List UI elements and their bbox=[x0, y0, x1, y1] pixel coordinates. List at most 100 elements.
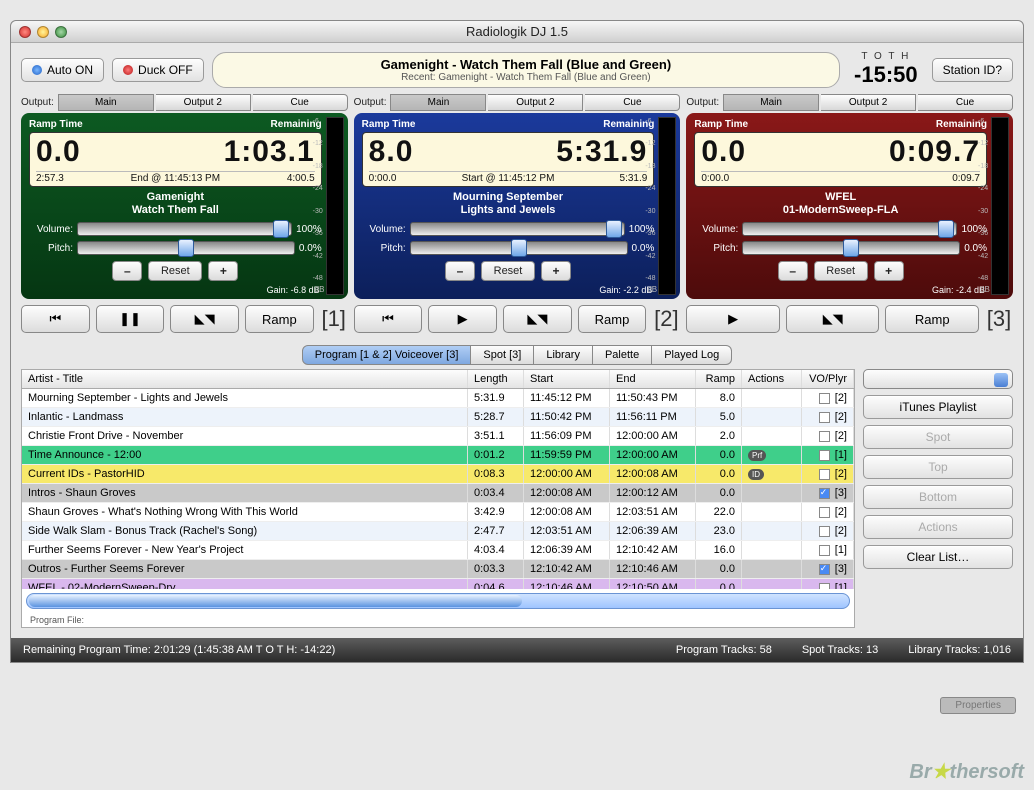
slider-thumb[interactable] bbox=[938, 220, 954, 238]
station-id-button[interactable]: Station ID? bbox=[932, 58, 1013, 82]
vo-checkbox[interactable] bbox=[819, 526, 830, 537]
table-row[interactable]: Christie Front Drive - November 3:51.1 1… bbox=[22, 427, 854, 446]
table-row[interactable]: Time Announce - 12:00 0:01.2 11:59:59 PM… bbox=[22, 446, 854, 465]
vo-checkbox[interactable] bbox=[819, 564, 830, 575]
tab-palette[interactable]: Palette bbox=[593, 345, 652, 365]
volume-slider[interactable] bbox=[77, 222, 292, 236]
minus-button[interactable]: – bbox=[445, 261, 475, 281]
col-actions[interactable]: Actions bbox=[742, 370, 802, 388]
vo-checkbox[interactable] bbox=[819, 393, 830, 404]
auto-on-button[interactable]: Auto ON bbox=[21, 58, 104, 82]
horizontal-scrollbar[interactable] bbox=[26, 593, 850, 609]
output-2-tab[interactable]: Output 2 bbox=[156, 94, 251, 111]
slider-thumb[interactable] bbox=[273, 220, 289, 238]
output-main-tab[interactable]: Main bbox=[58, 94, 154, 111]
app-window: Radiologik DJ 1.5 Auto ON Duck OFF Gamen… bbox=[10, 20, 1024, 663]
pitch-slider[interactable] bbox=[77, 241, 295, 255]
prev-button[interactable]: ⏮ bbox=[21, 305, 90, 333]
vo-checkbox[interactable] bbox=[819, 431, 830, 442]
prev-button[interactable]: ⏮ bbox=[354, 305, 423, 333]
scrollbar-thumb[interactable] bbox=[29, 595, 522, 607]
table-row[interactable]: Outros - Further Seems Forever 0:03.3 12… bbox=[22, 560, 854, 579]
col-vo[interactable]: VO/Plyr bbox=[802, 370, 854, 388]
vo-checkbox[interactable] bbox=[819, 412, 830, 423]
vo-checkbox[interactable] bbox=[819, 450, 830, 461]
vo-checkbox[interactable] bbox=[819, 469, 830, 480]
elapsed-value: 2:57.3 bbox=[36, 173, 64, 184]
output-main-tab[interactable]: Main bbox=[723, 94, 819, 111]
minus-button[interactable]: – bbox=[112, 261, 142, 281]
spot-button[interactable]: Spot bbox=[863, 425, 1013, 449]
table-row[interactable]: Intros - Shaun Groves 0:03.4 12:00:08 AM… bbox=[22, 484, 854, 503]
play-pause-button[interactable]: ▶ bbox=[686, 305, 780, 333]
cell-actions: ID bbox=[742, 465, 802, 483]
ramp-button[interactable]: Ramp bbox=[885, 305, 979, 333]
plus-button[interactable]: + bbox=[541, 261, 571, 281]
reset-button[interactable]: Reset bbox=[481, 261, 535, 281]
clear-list-button[interactable]: Clear List… bbox=[863, 545, 1013, 569]
pitch-slider[interactable] bbox=[742, 241, 960, 255]
reset-button[interactable]: Reset bbox=[148, 261, 202, 281]
col-ramp[interactable]: Ramp bbox=[696, 370, 742, 388]
output-2-tab[interactable]: Output 2 bbox=[488, 94, 583, 111]
reset-button[interactable]: Reset bbox=[814, 261, 868, 281]
output-main-tab[interactable]: Main bbox=[390, 94, 486, 111]
col-artist[interactable]: Artist - Title bbox=[22, 370, 468, 388]
output-2-tab[interactable]: Output 2 bbox=[821, 94, 916, 111]
tab-library[interactable]: Library bbox=[534, 345, 593, 365]
tab-played-log[interactable]: Played Log bbox=[652, 345, 732, 365]
cell-vo: [3] bbox=[802, 484, 854, 502]
cell-actions: Prf bbox=[742, 446, 802, 464]
pitch-slider[interactable] bbox=[410, 241, 628, 255]
volume-slider[interactable] bbox=[742, 222, 957, 236]
playlist-dropdown[interactable] bbox=[863, 369, 1013, 389]
minus-button[interactable]: – bbox=[778, 261, 808, 281]
ramp-button[interactable]: Ramp bbox=[245, 305, 314, 333]
tab-program-1-2-voiceover-3-[interactable]: Program [1 & 2] Voiceover [3] bbox=[302, 345, 472, 365]
cell-actions bbox=[742, 522, 802, 540]
output-cue-tab[interactable]: Cue bbox=[253, 94, 348, 111]
slider-thumb[interactable] bbox=[843, 239, 859, 257]
plus-button[interactable]: + bbox=[208, 261, 238, 281]
table-row[interactable]: Shaun Groves - What's Nothing Wrong With… bbox=[22, 503, 854, 522]
table-row[interactable]: Current IDs - PastorHID 0:08.3 12:00:00 … bbox=[22, 465, 854, 484]
actions-button[interactable]: Actions bbox=[863, 515, 1013, 539]
minimize-icon[interactable] bbox=[37, 26, 49, 38]
vo-checkbox[interactable] bbox=[819, 507, 830, 518]
cell-ramp: 16.0 bbox=[696, 541, 742, 559]
tab-spot-3-[interactable]: Spot [3] bbox=[471, 345, 534, 365]
close-icon[interactable] bbox=[19, 26, 31, 38]
table-row[interactable]: Side Walk Slam - Bonus Track (Rachel's S… bbox=[22, 522, 854, 541]
vo-checkbox[interactable] bbox=[819, 545, 830, 556]
duck-off-button[interactable]: Duck OFF bbox=[112, 58, 204, 82]
crossfade-button[interactable]: ◣◥ bbox=[170, 305, 239, 333]
vo-checkbox[interactable] bbox=[819, 583, 830, 589]
top-button[interactable]: Top bbox=[863, 455, 1013, 479]
volume-slider[interactable] bbox=[410, 222, 625, 236]
itunes-playlist-button[interactable]: iTunes Playlist bbox=[863, 395, 1013, 419]
zoom-icon[interactable] bbox=[55, 26, 67, 38]
crossfade-button[interactable]: ◣◥ bbox=[503, 305, 572, 333]
crossfade-button[interactable]: ◣◥ bbox=[786, 305, 880, 333]
ramp-button[interactable]: Ramp bbox=[578, 305, 647, 333]
table-row[interactable]: Mourning September - Lights and Jewels 5… bbox=[22, 389, 854, 408]
table-row[interactable]: WFEL - 02-ModernSweep-Dry 0:04.6 12:10:4… bbox=[22, 579, 854, 589]
properties-button[interactable]: Properties bbox=[940, 697, 1016, 714]
col-start[interactable]: Start bbox=[524, 370, 610, 388]
play-pause-button[interactable]: ❚❚ bbox=[96, 305, 165, 333]
play-pause-button[interactable]: ▶ bbox=[428, 305, 497, 333]
output-cue-tab[interactable]: Cue bbox=[918, 94, 1013, 111]
col-length[interactable]: Length bbox=[468, 370, 524, 388]
table-row[interactable]: Inlantic - Landmass 5:28.7 11:50:42 PM 1… bbox=[22, 408, 854, 427]
cell-length: 3:42.9 bbox=[468, 503, 524, 521]
vo-checkbox[interactable] bbox=[819, 488, 830, 499]
slider-thumb[interactable] bbox=[511, 239, 527, 257]
plus-button[interactable]: + bbox=[874, 261, 904, 281]
bottom-button[interactable]: Bottom bbox=[863, 485, 1013, 509]
col-end[interactable]: End bbox=[610, 370, 696, 388]
table-row[interactable]: Further Seems Forever - New Year's Proje… bbox=[22, 541, 854, 560]
slider-thumb[interactable] bbox=[178, 239, 194, 257]
deck-number: [3] bbox=[985, 306, 1013, 332]
slider-thumb[interactable] bbox=[606, 220, 622, 238]
output-cue-tab[interactable]: Cue bbox=[585, 94, 680, 111]
